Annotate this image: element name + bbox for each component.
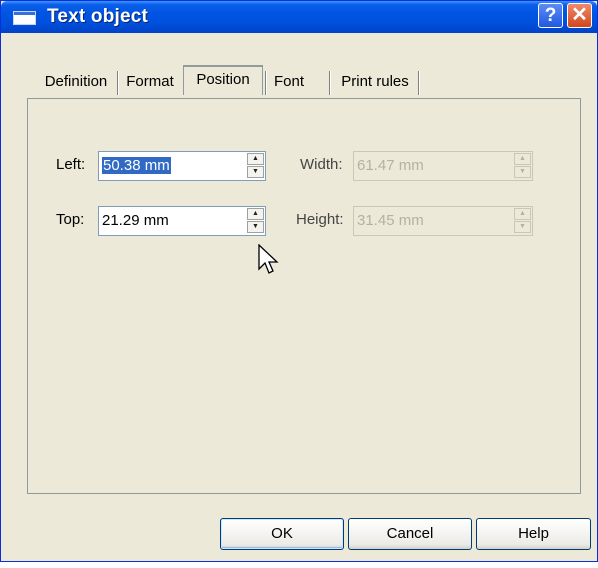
ok-button[interactable]: OK: [220, 518, 344, 550]
width-value: 61.47 mm: [357, 157, 424, 174]
text-object-dialog: Text object ? ✕ Definition Format Positi…: [0, 0, 598, 562]
top-label: Top:: [56, 211, 85, 228]
spin-down-icon: ▼: [514, 221, 531, 233]
window-title: Text object: [47, 6, 149, 27]
height-field: 31.45 mm ▲ ▼: [353, 206, 533, 236]
height-label: Height:: [296, 211, 344, 228]
tab-font[interactable]: Font: [267, 69, 311, 95]
top-value: 21.29 mm: [102, 212, 169, 229]
top-spinner[interactable]: ▲ ▼: [247, 208, 264, 234]
width-spinner: ▲ ▼: [514, 153, 531, 179]
spin-down-icon: ▼: [514, 166, 531, 178]
help-button[interactable]: Help: [476, 518, 591, 550]
left-value: 50.38 mm: [102, 157, 171, 174]
left-spinner[interactable]: ▲ ▼: [247, 153, 264, 179]
mouse-pointer-icon: [258, 244, 279, 274]
spin-up-icon: ▲: [514, 153, 531, 165]
tab-separator: [117, 71, 119, 95]
title-bar[interactable]: Text object ? ✕: [1, 1, 597, 33]
spin-down-icon[interactable]: ▼: [247, 166, 264, 178]
spin-up-icon: ▲: [514, 208, 531, 220]
width-label: Width:: [300, 156, 343, 173]
tab-definition[interactable]: Definition: [37, 69, 115, 95]
top-field[interactable]: 21.29 mm ▲ ▼: [98, 206, 266, 236]
position-panel: Left: 50.38 mm ▲ ▼ Top: 21.29 mm ▲ ▼ Wid…: [27, 98, 581, 494]
close-button[interactable]: ✕: [567, 3, 592, 28]
width-field: 61.47 mm ▲ ▼: [353, 151, 533, 181]
window-icon: [13, 11, 36, 25]
cancel-button[interactable]: Cancel: [348, 518, 472, 550]
tab-separator: [329, 71, 331, 95]
tab-position[interactable]: Position: [183, 65, 263, 95]
height-spinner: ▲ ▼: [514, 208, 531, 234]
tab-format[interactable]: Format: [121, 69, 179, 95]
left-field[interactable]: 50.38 mm ▲ ▼: [98, 151, 266, 181]
tab-print-rules[interactable]: Print rules: [333, 69, 417, 95]
left-label: Left:: [56, 156, 86, 173]
height-value: 31.45 mm: [357, 212, 424, 229]
spin-up-icon[interactable]: ▲: [247, 208, 264, 220]
help-title-button[interactable]: ?: [538, 3, 563, 28]
spin-up-icon[interactable]: ▲: [247, 153, 264, 165]
spin-down-icon[interactable]: ▼: [247, 221, 264, 233]
tab-separator: [418, 71, 420, 95]
